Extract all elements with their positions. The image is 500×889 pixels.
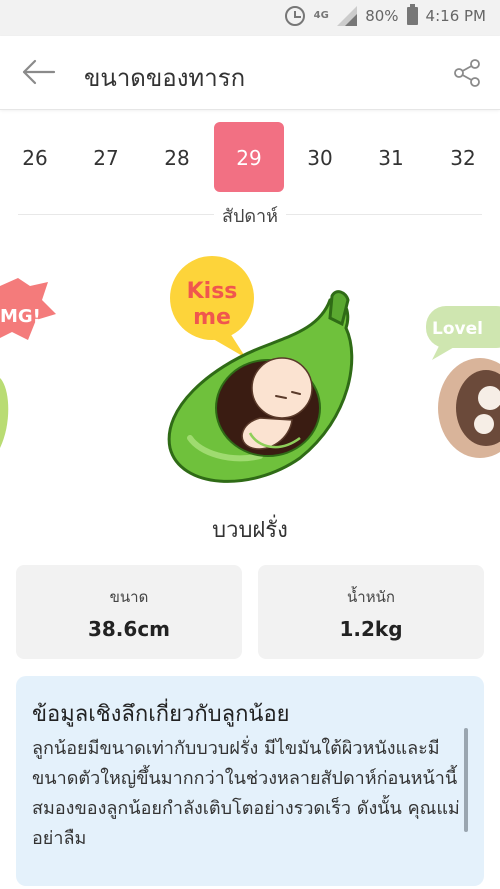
week-item-29-selected[interactable]: 29 [214,122,284,192]
week-item-27[interactable]: 27 [71,122,141,192]
share-icon[interactable] [452,58,482,88]
size-value: 38.6cm [87,617,171,641]
fruit-illustration-carousel[interactable]: MG! Kiss me Lovel [0,248,500,488]
week-item-31[interactable]: 31 [356,122,426,192]
network-type: 4G [313,10,329,21]
fruit-illustration: MG! Kiss me Lovel [0,256,500,483]
battery-percent: 80% [365,7,399,25]
week-item-28[interactable]: 28 [142,122,212,192]
size-label: ขนาด [109,588,149,606]
size-card: ขนาด 38.6cm [16,565,242,659]
week-item-26[interactable]: 26 [0,122,70,192]
page-title: ขนาดของทารก [84,64,246,92]
back-arrow-icon[interactable] [20,58,56,86]
status-indicators: 4G 80% 4:16 PM [285,4,486,26]
left-sticker[interactable]: MG! [0,278,56,448]
baby-insight-card[interactable]: ข้อมูลเชิงลึกเกี่ยวกับลูกน้อย ลูกน้อยมีข… [16,676,484,886]
bubble-line-1: Kiss [187,279,238,304]
weight-value: 1.2kg [339,617,403,641]
left-sticker-text: MG! [0,306,41,327]
alarm-icon [285,6,306,26]
status-bar: 4G 80% 4:16 PM [0,0,500,36]
right-sticker-text: Lovel [432,319,483,339]
signal-icon [337,6,358,26]
weight-label: น้ำหนัก [347,588,395,606]
insight-title: ข้อมูลเชิงลึกเกี่ยวกับลูกน้อย [32,702,290,727]
clock: 4:16 PM [425,7,486,25]
week-item-30[interactable]: 30 [285,122,355,192]
bubble-line-2: me [193,305,231,330]
week-label: สัปดาห์ [0,201,500,230]
week-label-text: สัปดาห์ [213,206,287,227]
week-selector: 26 27 28 29 30 31 32 [0,118,500,198]
app-header: ขนาดของทารก [0,36,500,110]
insight-body: ลูกน้อยมีขนาดเท่ากับบวบฝรั่ง มีไขมันใต้ผ… [32,738,460,849]
kiss-me-bubble: Kiss me [170,256,254,358]
battery-icon [406,4,418,25]
insight-scrollbar[interactable] [464,728,468,832]
weight-card: น้ำหนัก 1.2kg [258,565,484,659]
fruit-name: บวบฝรั่ง [212,518,288,543]
right-sticker[interactable]: Lovel [426,306,500,458]
week-item-32[interactable]: 32 [428,122,498,192]
